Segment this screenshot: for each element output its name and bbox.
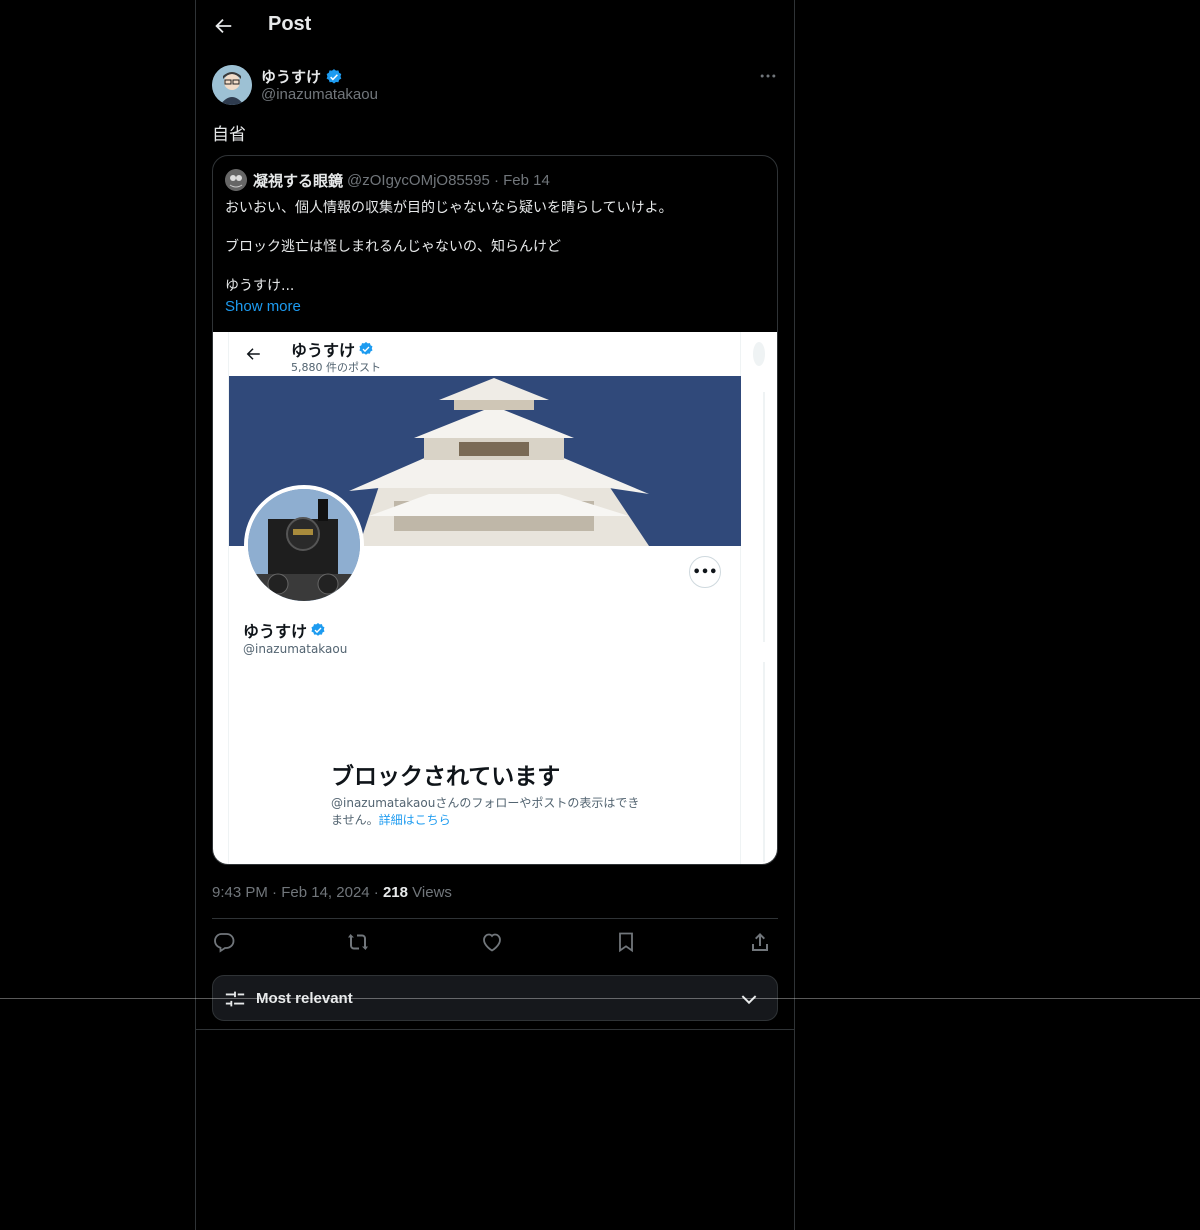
meta-separator: · — [272, 884, 282, 901]
screenshot-display-name: ゆうすけ — [243, 618, 326, 642]
page-title: Post — [268, 13, 312, 35]
sliders-icon — [225, 991, 245, 1007]
page-header: Post — [196, 0, 794, 53]
post-time[interactable]: 9:43 PM — [212, 884, 268, 901]
quote-separator: · — [489, 171, 504, 189]
avatar[interactable] — [212, 65, 252, 105]
quoted-post[interactable]: 凝視する眼鏡 @zOIgycOMjO85595 · Feb 14 おいおい、個人… — [212, 155, 778, 865]
blocked-description-text: @inazumatakaouさんのフォローやポストの表示はできません。 — [331, 796, 640, 827]
screenshot-more-icon: ••• — [689, 556, 721, 588]
screenshot-display-name-text: ゆうすけ — [243, 622, 308, 641]
verified-badge-icon — [359, 342, 373, 355]
author-name[interactable]: ゆうすけ — [261, 66, 343, 87]
screenshot-handle: @inazumatakaou — [243, 642, 348, 656]
divider — [212, 918, 778, 919]
section-divider — [196, 1029, 794, 1030]
author-handle[interactable]: @inazumatakaou — [261, 86, 378, 103]
meta-separator: · — [373, 884, 383, 901]
chevron-down-icon — [741, 995, 757, 1005]
quote-line: おいおい、個人情報の収集が目的じゃないなら疑いを晴らしていけよ。 — [225, 200, 673, 216]
action-bar — [212, 930, 778, 958]
more-icon[interactable] — [758, 66, 778, 86]
quote-header: 凝視する眼鏡 @zOIgycOMjO85595 · Feb 14 — [225, 169, 550, 191]
author-name-text: ゆうすけ — [261, 68, 322, 86]
quote-line: ゆうすけ... — [225, 278, 295, 294]
screenshot-name: ゆうすけ — [291, 337, 374, 361]
quote-text: おいおい、個人情報の収集が目的じゃないなら疑いを晴らしていけよ。 ブロック逃亡は… — [225, 198, 765, 315]
quote-author-handle: @zOIgycOMjO85595 — [347, 171, 490, 189]
screenshot-avatar — [244, 485, 364, 605]
retweet-icon[interactable] — [346, 930, 370, 954]
screenshot-sidebar-edge — [753, 342, 765, 862]
views-label: Views — [412, 884, 452, 901]
blocked-description: @inazumatakaouさんのフォローやポストの表示はできません。詳細はこち… — [331, 795, 651, 829]
share-icon[interactable] — [748, 930, 772, 954]
quote-image[interactable]: ゆうすけ 5,880 件のポスト ••• ゆうすけ @inazumatakaou… — [213, 332, 777, 864]
main-column: Post ゆうすけ @inazumatakaou 自省 凝視する眼鏡 @zOIg… — [195, 0, 795, 1230]
reply-icon[interactable] — [212, 930, 236, 954]
verified-badge-icon — [326, 68, 342, 84]
post-date[interactable]: Feb 14, 2024 — [281, 884, 369, 901]
post-metadata: 9:43 PM · Feb 14, 2024 · 218 Views — [212, 884, 452, 901]
overlay-guide-line — [0, 998, 1200, 999]
screenshot-profile: ゆうすけ 5,880 件のポスト ••• ゆうすけ @inazumatakaou… — [228, 332, 741, 864]
arrow-left-icon[interactable] — [212, 15, 234, 37]
show-more-link[interactable]: Show more — [225, 298, 301, 315]
post-text: 自省 — [212, 125, 246, 145]
arrow-left-icon — [246, 348, 260, 360]
quote-avatar — [225, 169, 247, 191]
screenshot-post-count: 5,880 件のポスト — [291, 361, 381, 374]
quote-author-name: 凝視する眼鏡 — [253, 171, 344, 190]
views-count: 218 — [382, 884, 408, 901]
blocked-learn-more-link: 詳細はこちら — [378, 813, 451, 827]
like-icon[interactable] — [480, 930, 504, 954]
verified-badge-icon — [311, 623, 325, 636]
blocked-title: ブロックされています — [331, 764, 561, 790]
quote-line: ブロック逃亡は怪しまれるんじゃないの、知らんけど — [225, 239, 561, 255]
screenshot-name-text: ゆうすけ — [291, 341, 356, 360]
bookmark-icon[interactable] — [614, 930, 638, 954]
quote-date: Feb 14 — [503, 171, 550, 189]
